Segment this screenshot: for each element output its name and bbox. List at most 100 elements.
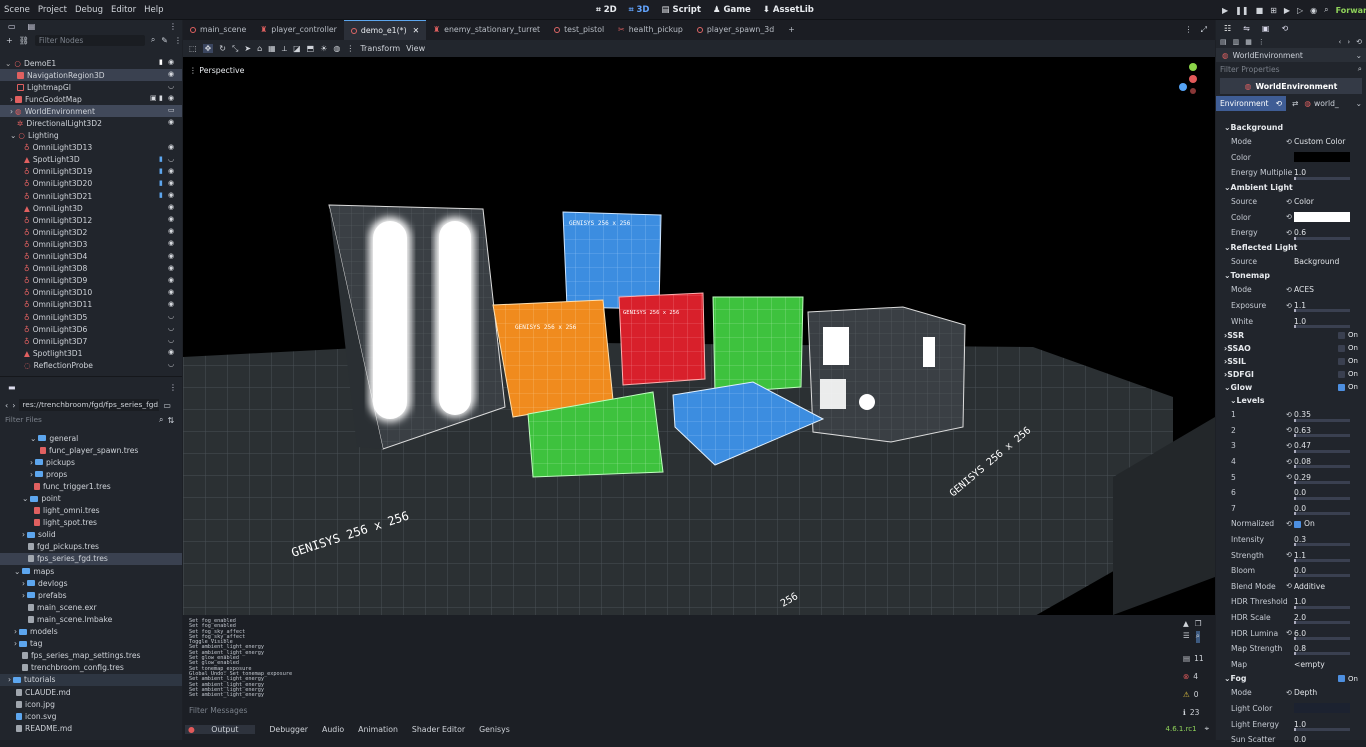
visibility-icon[interactable]: ◉ (168, 288, 176, 296)
select-mode-icon[interactable]: ⬚ (189, 44, 197, 53)
glow-toggle[interactable]: On (1338, 383, 1358, 391)
ruler-icon[interactable]: ⟂ (282, 44, 287, 54)
count-errors[interactable]: ⊗ 4 (1183, 667, 1213, 685)
snap-icon[interactable]: ⬒ (307, 44, 315, 53)
slider[interactable] (1294, 652, 1350, 656)
tab-output[interactable]: ● Output (185, 724, 256, 734)
fs-item[interactable]: fps_series_fgd.tres (0, 552, 182, 566)
fs-item[interactable]: trenchbroom_config.tres (0, 662, 182, 674)
lock-icon[interactable]: ⌂ (257, 44, 262, 53)
fs-item[interactable]: › props (0, 468, 182, 480)
tab-health-pickup[interactable]: ✂ health_pickup (611, 20, 690, 40)
section-levels[interactable]: ⌄ Levels (1216, 394, 1358, 407)
split-icon[interactable]: ▭ (163, 401, 171, 410)
slider[interactable] (1294, 621, 1350, 625)
tree-item-light[interactable]: ♁ OmniLight3D2 ◉ (0, 226, 182, 238)
fs-item[interactable]: fgd_pickups.tres (0, 541, 182, 553)
hidden-icon[interactable]: ◡ (168, 337, 176, 344)
count-messages[interactable]: ℹ 23 (1183, 703, 1213, 721)
tab-player-spawn[interactable]: player_spawn_3d (690, 20, 781, 40)
back-icon[interactable]: ‹ (5, 401, 8, 410)
visibility-icon[interactable]: ◉ (168, 204, 176, 211)
close-icon[interactable]: ✕ (413, 21, 420, 41)
section-ssil[interactable]: › SSIL On (1216, 355, 1358, 368)
rotate-mode-icon[interactable]: ↻ (219, 44, 226, 53)
script-icon[interactable]: ▮ (159, 155, 167, 163)
inspected-node[interactable]: ◍ WorldEnvironment ⌄ (1216, 48, 1366, 62)
history-icon[interactable]: ⟲ (1356, 38, 1362, 46)
group-icon[interactable]: ▦ (268, 44, 276, 53)
visibility-icon[interactable]: ◉ (168, 276, 176, 284)
tree-item-light[interactable]: ♁ OmniLight3D8 ◉ (0, 263, 182, 275)
blend-select[interactable]: Additive (1294, 582, 1350, 591)
slider[interactable] (1294, 418, 1350, 422)
visibility-icon[interactable]: ◉ (168, 59, 176, 66)
tab-genisys[interactable]: Genisys (479, 725, 510, 734)
folder-tab-icon[interactable]: ▬ (8, 383, 16, 392)
gizmo-z[interactable] (1179, 83, 1187, 91)
save-icon[interactable]: ▦ (1245, 38, 1252, 46)
tree-item-lighting[interactable]: ⌄ ○ Lighting (0, 130, 182, 142)
visibility-icon[interactable]: ◉ (168, 95, 176, 102)
remote-icon[interactable]: ⊞ (1270, 6, 1277, 15)
fs-item[interactable]: › devlogs (0, 577, 182, 589)
play-icon[interactable]: ▶ (1222, 6, 1228, 15)
slider[interactable] (1294, 434, 1350, 438)
amb-color-swatch[interactable] (1294, 212, 1350, 223)
revert-icon[interactable]: ⟲ (1276, 96, 1282, 111)
fog-toggle[interactable]: On (1338, 675, 1358, 683)
slider[interactable] (1294, 636, 1350, 640)
tree-item-light[interactable]: ♁ OmniLight3D5 ◡ (0, 311, 182, 323)
path-input[interactable]: res://trenchbroom/fgd/fps_series_fgd.tr (19, 399, 160, 411)
revert-icon[interactable]: ⟲ (1286, 198, 1294, 206)
visibility-icon[interactable]: ◉ (168, 252, 176, 260)
tree-item-light[interactable]: ♁ OmniLight3D13 ◉ (0, 142, 182, 154)
pause-icon[interactable]: ❚❚ (1235, 6, 1248, 15)
slider[interactable] (1294, 605, 1350, 609)
sun-icon[interactable]: ☀ (320, 44, 327, 53)
slider[interactable] (1294, 574, 1350, 578)
section-reflected[interactable]: ⌄ Reflected Light (1216, 241, 1358, 254)
revert-icon[interactable]: ⟲ (1286, 520, 1294, 528)
visibility-icon[interactable]: ◉ (168, 216, 176, 223)
movie-icon[interactable]: ◉ (1310, 6, 1317, 15)
section-ssr[interactable]: › SSR On (1216, 329, 1358, 342)
record-icon[interactable]: ⌕ (1324, 5, 1328, 15)
section-ambient[interactable]: ⌄ Ambient Light (1216, 181, 1358, 194)
gizmo-x[interactable] (1189, 75, 1197, 83)
lock-icon[interactable]: ▭ (168, 107, 176, 114)
fs-item[interactable]: › tutorials (0, 673, 182, 686)
3d-viewport[interactable]: GENISYS 256 x 256 GENISYS 256 x 256 GENI… (183, 57, 1215, 615)
script-icon[interactable]: ▮ (159, 192, 167, 199)
filter-properties-input[interactable]: Filter Properties (1220, 65, 1280, 74)
slider[interactable] (1294, 236, 1350, 240)
tree-item-light[interactable]: ▲ Spotlight3D1 ◉ (0, 347, 182, 359)
tree-item-dirlight[interactable]: ✲ DirectionalLight3D2 ◉ (0, 117, 182, 129)
visibility-icon[interactable]: ◉ (168, 71, 176, 78)
count-warnings[interactable]: ⚠ 0 (1183, 685, 1213, 703)
menu-scene[interactable]: Scene (0, 0, 34, 20)
revert-icon[interactable]: ⟲ (1286, 213, 1294, 221)
workspace-script[interactable]: ▤ Script (661, 0, 700, 20)
amb-source-select[interactable]: Color (1294, 197, 1350, 206)
hidden-icon[interactable]: ◡ (168, 312, 176, 320)
script-icon[interactable]: ✎ (161, 36, 168, 45)
import-tab-icon[interactable]: ▤ (28, 22, 36, 31)
fs-item[interactable]: CLAUDE.md (0, 686, 182, 698)
new-resource-icon[interactable]: ▤ (1220, 38, 1227, 46)
revert-icon[interactable]: ⟲ (1286, 689, 1294, 697)
visibility-icon[interactable]: ◉ (168, 119, 176, 126)
view-menu[interactable]: View (406, 44, 425, 53)
hidden-icon[interactable]: ◡ (168, 325, 176, 332)
normalized-toggle[interactable]: On (1294, 519, 1350, 528)
visibility-icon[interactable]: ◉ (168, 143, 176, 151)
open-icon[interactable]: ▥ (1233, 38, 1240, 46)
tab-animation[interactable]: Animation (358, 725, 398, 734)
revert-icon[interactable]: ⟲ (1286, 411, 1294, 419)
fs-item[interactable]: › prefabs (0, 589, 182, 601)
renderer-select[interactable]: Forward+ (1336, 6, 1366, 15)
distraction-free-icon[interactable]: ⤢ (1201, 25, 1207, 35)
script-icon[interactable]: ▮ (159, 95, 167, 102)
workspace-game[interactable]: ♟ Game (713, 0, 751, 20)
tm-mode-select[interactable]: ACES (1294, 285, 1350, 294)
